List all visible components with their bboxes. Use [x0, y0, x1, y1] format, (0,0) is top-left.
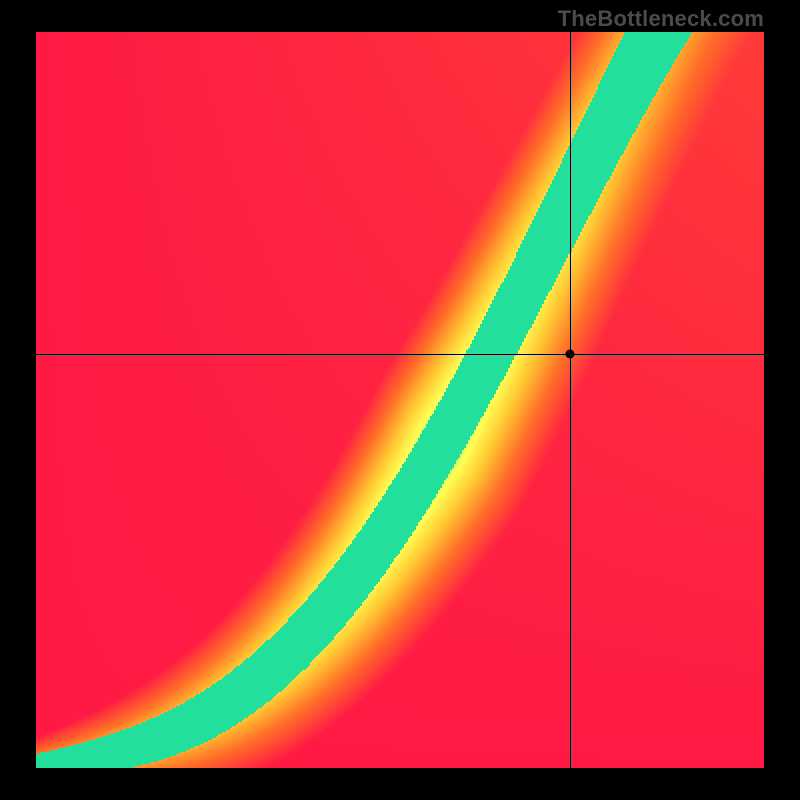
- crosshair-horizontal: [36, 354, 764, 355]
- bottleneck-heatmap: [36, 32, 764, 768]
- crosshair-vertical: [570, 32, 571, 768]
- chart-frame: TheBottleneck.com: [0, 0, 800, 800]
- crosshair-marker: [566, 350, 575, 359]
- watermark-label: TheBottleneck.com: [558, 6, 764, 32]
